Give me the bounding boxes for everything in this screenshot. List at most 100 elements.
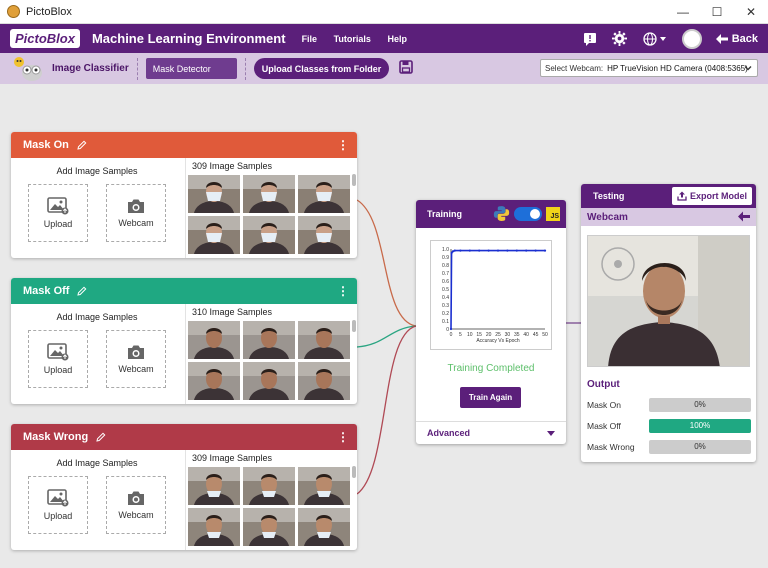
chart-x-label: Accuracy Vs Epoch [476, 338, 520, 344]
more-options-icon[interactable]: ⋮ [337, 138, 349, 152]
class-header: Mask Off ⋮ [11, 278, 357, 304]
sample-thumbnail[interactable] [188, 321, 240, 359]
close-button[interactable]: ✕ [734, 0, 768, 24]
upload-samples-button[interactable]: Upload [28, 476, 88, 534]
upload-classes-button[interactable]: Upload Classes from Folder [253, 58, 390, 79]
chart-data-point [468, 249, 471, 252]
save-floppy-icon[interactable] [399, 60, 414, 77]
language-globe-icon[interactable] [642, 31, 668, 47]
user-avatar[interactable] [681, 28, 702, 49]
toolbar-divider [244, 57, 246, 80]
gallery-scrollbar[interactable] [352, 320, 356, 332]
sample-thumbnail[interactable] [298, 362, 350, 400]
back-button[interactable]: Back [715, 33, 758, 45]
training-panel: Training JS 0 0.1 0.2 0.3 0.4 0.5 0.6 0.7 0.8 0.9… [416, 200, 566, 444]
output-class-name: Mask Off [587, 421, 621, 431]
chart-data-point [525, 249, 528, 252]
webcam-label: Webcam [118, 510, 154, 520]
caret-down-icon [547, 431, 555, 436]
chart-y-tick-label: 1.0 [442, 247, 449, 253]
output-row: Mask On 0% [587, 398, 752, 412]
gallery-scrollbar[interactable] [352, 466, 356, 478]
chart-data-point [451, 250, 454, 253]
webcam-select[interactable]: Select Webcam: HP TrueVision HD Camera (… [540, 59, 758, 77]
sample-thumbnail[interactable] [298, 508, 350, 546]
settings-gear-icon[interactable] [612, 31, 628, 47]
menu-help[interactable]: Help [387, 34, 407, 44]
sample-thumbnail[interactable] [188, 467, 240, 505]
javascript-icon[interactable]: JS [546, 206, 560, 221]
gallery-scrollbar[interactable] [352, 174, 356, 186]
chart-x-tick-label: 50 [542, 332, 548, 338]
webcam-label: Webcam [118, 364, 154, 374]
webcam-samples-button[interactable]: Webcam [106, 184, 166, 242]
sample-thumbnail[interactable] [243, 321, 295, 359]
connector-mask-off [356, 325, 417, 348]
webcam-samples-button[interactable]: Webcam [106, 476, 166, 534]
sample-thumbnail[interactable] [243, 362, 295, 400]
webcam-samples-button[interactable]: Webcam [106, 330, 166, 388]
sample-thumbnail[interactable] [188, 508, 240, 546]
upload-samples-button[interactable]: Upload [28, 330, 88, 388]
class-card-mask-on: Mask On ⋮ Add Image Samples Upload Webca… [11, 132, 357, 258]
samples-gallery: 309 Image Samples [185, 450, 357, 550]
upload-label: Upload [43, 219, 73, 229]
chart-x-tick-label: 10 [467, 332, 473, 338]
webcam-preview [587, 235, 750, 367]
edit-pencil-icon[interactable] [77, 140, 87, 150]
class-name[interactable]: Mask Wrong [23, 431, 88, 443]
sample-thumbnail[interactable] [298, 321, 350, 359]
export-model-button[interactable]: Export Model [672, 187, 752, 205]
project-name-field[interactable]: Mask Detector [145, 58, 237, 79]
menu-tutorials[interactable]: Tutorials [334, 34, 371, 44]
project-type-label: Image Classifier [52, 63, 129, 74]
back-arrow-icon[interactable] [738, 211, 750, 222]
pictoblox-logo[interactable]: PictoBlox [10, 29, 80, 48]
train-again-button[interactable]: Train Again [460, 387, 521, 408]
sample-thumbnail[interactable] [298, 467, 350, 505]
training-title: Training [427, 209, 463, 219]
upload-samples-button[interactable]: Upload [28, 184, 88, 242]
menu-file[interactable]: File [302, 34, 318, 44]
output-row: Mask Off 100% [587, 419, 752, 433]
sample-thumbnail[interactable] [243, 175, 295, 213]
edit-pencil-icon[interactable] [77, 286, 87, 296]
more-options-icon[interactable]: ⋮ [337, 430, 349, 444]
advanced-label: Advanced [427, 428, 471, 438]
backend-toggle-switch[interactable] [514, 206, 542, 221]
chevron-down-icon [744, 66, 752, 71]
project-toolbar: Image Classifier Mask Detector Upload Cl… [0, 53, 768, 84]
sample-thumbnail[interactable] [188, 216, 240, 254]
chart-y-tick-label: 0.7 [442, 271, 449, 277]
webcam-label: Webcam [118, 218, 154, 228]
add-samples-title: Add Image Samples [56, 166, 138, 176]
maximize-button[interactable]: ☐ [700, 0, 734, 24]
python-icon[interactable] [493, 205, 510, 222]
chart-x-tick-label: 45 [533, 332, 539, 338]
confidence-bar: 0% [649, 440, 751, 454]
testing-title: Testing [593, 191, 625, 201]
more-options-icon[interactable]: ⋮ [337, 284, 349, 298]
sample-thumbnail[interactable] [298, 175, 350, 213]
class-header: Mask On ⋮ [11, 132, 357, 158]
sample-thumbnail[interactable] [243, 467, 295, 505]
chart-data-point [534, 249, 537, 252]
accuracy-chart: 0 0.1 0.2 0.3 0.4 0.5 0.6 0.7 0.8 0.9 1.0 0 5 10 15 20 2… [430, 240, 552, 350]
sample-thumbnail[interactable] [188, 362, 240, 400]
chart-x-tick-label: 40 [523, 332, 529, 338]
class-name[interactable]: Mask Off [23, 285, 69, 297]
chart-y-tick-label: 0.2 [442, 311, 449, 317]
advanced-toggle[interactable]: Advanced [416, 421, 566, 444]
minimize-button[interactable]: — [666, 0, 700, 24]
sample-thumbnail[interactable] [243, 216, 295, 254]
sample-thumbnail[interactable] [188, 175, 240, 213]
class-name[interactable]: Mask On [23, 139, 69, 151]
feedback-icon[interactable] [582, 31, 598, 47]
sample-thumbnail[interactable] [243, 508, 295, 546]
chart-data-point [515, 249, 518, 252]
webcam-select-value: HP TrueVision HD Camera (0408:5365) [607, 63, 748, 73]
edit-pencil-icon[interactable] [96, 432, 106, 442]
sample-thumbnail[interactable] [298, 216, 350, 254]
samples-gallery: 310 Image Samples [185, 304, 357, 404]
main-header: PictoBlox Machine Learning Environment F… [0, 24, 768, 53]
